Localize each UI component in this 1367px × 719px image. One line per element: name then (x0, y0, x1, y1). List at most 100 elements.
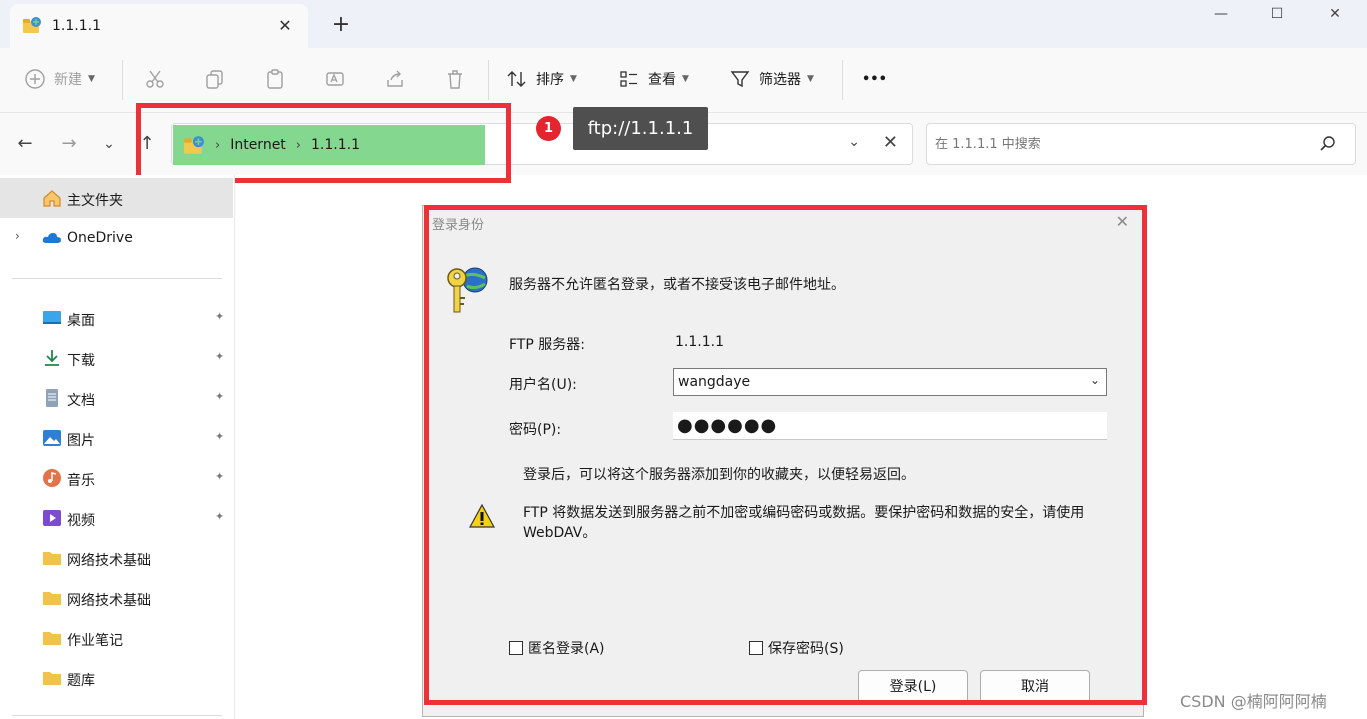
sidebar-item-label: 图片 (67, 433, 95, 449)
trash-icon (448, 70, 462, 89)
sidebar-item-folder[interactable]: 题库 (0, 658, 233, 698)
chevron-right-icon[interactable]: › (15, 229, 20, 243)
chevron-down-icon: ▼ (807, 74, 814, 84)
view-button-label: 查看 (648, 72, 676, 88)
sidebar-item-label: 网络技术基础 (67, 553, 151, 569)
paste-button[interactable] (264, 64, 286, 94)
sidebar-item-downloads[interactable]: 下载 ✦ (0, 338, 233, 378)
tab-title: 1.1.1.1 (52, 18, 101, 34)
sort-button[interactable]: 排序 ▼ (506, 64, 577, 94)
search-box[interactable] (926, 123, 1356, 165)
address-clear-icon[interactable]: ✕ (883, 132, 898, 153)
toolbar-divider (122, 60, 123, 100)
copy-icon (206, 70, 223, 89)
share-icon (387, 70, 403, 87)
new-button[interactable]: 新建 ▼ (24, 64, 95, 94)
minimize-button[interactable]: — (1198, 0, 1244, 30)
desktop-icon (43, 311, 61, 324)
sidebar-item-folder[interactable]: 作业笔记 (0, 618, 233, 658)
rename-icon (326, 72, 344, 86)
back-button[interactable]: ← (12, 131, 38, 157)
sidebar-item-desktop[interactable]: 桌面 ✦ (0, 298, 233, 338)
tab-1-1-1-1[interactable]: 1.1.1.1 ✕ (10, 4, 308, 48)
sidebar-item-videos[interactable]: 视频 ✦ (0, 498, 233, 538)
sidebar-item-label: 视频 (67, 513, 95, 529)
folder-icon (43, 592, 61, 605)
sidebar-item-label: 网络技术基础 (67, 593, 151, 609)
home-icon (43, 190, 61, 207)
folder-icon (43, 552, 61, 565)
sort-icon (507, 71, 526, 87)
chevron-down-icon: ▼ (682, 74, 689, 84)
cut-button[interactable] (144, 64, 166, 94)
address-dropdown-icon[interactable]: ⌄ (848, 134, 860, 150)
search-icon[interactable] (1319, 135, 1337, 153)
sidebar-item-folder[interactable]: 网络技术基础 (0, 538, 233, 578)
pin-icon[interactable]: ✦ (215, 470, 224, 483)
pin-icon[interactable]: ✦ (215, 350, 224, 363)
rename-button[interactable] (324, 64, 346, 94)
sidebar-item-folder[interactable]: 网络技术基础 (0, 578, 233, 618)
sidebar-item-documents[interactable]: 文档 ✦ (0, 378, 233, 418)
delete-button[interactable] (444, 64, 466, 94)
sidebar-item-home[interactable]: 主文件夹 (0, 178, 233, 218)
sidebar-item-onedrive[interactable]: › OneDrive (0, 218, 233, 258)
copy-button[interactable] (204, 64, 226, 94)
pin-icon[interactable]: ✦ (215, 430, 224, 443)
toolbar-divider (488, 60, 489, 100)
sidebar-item-label: OneDrive (67, 230, 133, 246)
chevron-down-icon: ▼ (570, 74, 577, 84)
scissors-icon (146, 70, 164, 88)
download-icon (45, 350, 59, 366)
picture-icon (43, 430, 61, 446)
sidebar-item-label: 作业笔记 (67, 633, 123, 649)
document-icon (46, 389, 58, 407)
sort-button-label: 排序 (536, 72, 564, 88)
new-button-label: 新建 (54, 72, 82, 88)
sidebar-divider (12, 278, 222, 279)
chevron-down-icon: ▼ (88, 74, 95, 84)
pin-icon[interactable]: ✦ (215, 510, 224, 523)
tab-close-icon[interactable]: ✕ (272, 13, 298, 39)
sidebar-item-music[interactable]: 音乐 ✦ (0, 458, 233, 498)
cloud-icon (42, 233, 61, 243)
annotation-box-address (136, 103, 511, 183)
plus-circle-icon (25, 69, 45, 89)
view-list-icon (620, 71, 637, 87)
annotation-box-dialog (424, 205, 1147, 705)
annotation-badge: 1 (536, 116, 561, 141)
title-bar: 1.1.1.1 ✕ + — ☐ ✕ (0, 0, 1367, 48)
filter-button[interactable]: 筛选器 ▼ (729, 64, 814, 94)
sidebar-item-label: 桌面 (67, 313, 95, 329)
sidebar-item-label: 主文件夹 (67, 193, 123, 209)
forward-button[interactable]: → (56, 131, 82, 157)
address-tooltip: ftp://1.1.1.1 (573, 107, 708, 150)
pane-divider[interactable] (234, 175, 235, 719)
video-icon (43, 510, 61, 526)
sidebar-item-pictures[interactable]: 图片 ✦ (0, 418, 233, 458)
new-tab-button[interactable]: + (326, 12, 356, 40)
search-input[interactable] (935, 134, 1295, 154)
filter-icon (730, 71, 750, 88)
pin-icon[interactable]: ✦ (215, 390, 224, 403)
music-icon (43, 469, 61, 487)
view-button[interactable]: 查看 ▼ (618, 64, 689, 94)
sidebar-item-label: 题库 (67, 673, 95, 689)
recent-locations-button[interactable]: ⌄ (96, 131, 122, 157)
clipboard-icon (267, 69, 283, 89)
sidebar-item-label: 音乐 (67, 473, 95, 489)
sidebar-divider (12, 715, 222, 716)
pin-icon[interactable]: ✦ (215, 310, 224, 323)
sidebar-item-label: 下载 (67, 353, 95, 369)
window-close-button[interactable]: ✕ (1312, 0, 1358, 30)
ftp-folder-icon (23, 17, 41, 33)
navigation-pane: 主文件夹 › OneDrive 桌面 ✦ 下载 ✦ 文档 ✦ 图片 ✦ 音乐 ✦… (0, 175, 235, 719)
sidebar-item-label: 文档 (67, 393, 95, 409)
filter-button-label: 筛选器 (759, 72, 801, 88)
folder-icon (43, 672, 61, 685)
share-button[interactable] (384, 64, 406, 94)
watermark-text: CSDN @楠阿阿阿楠 (1180, 692, 1327, 711)
folder-icon (43, 632, 61, 645)
more-options-icon[interactable]: ••• (862, 64, 887, 94)
maximize-button[interactable]: ☐ (1254, 0, 1300, 30)
